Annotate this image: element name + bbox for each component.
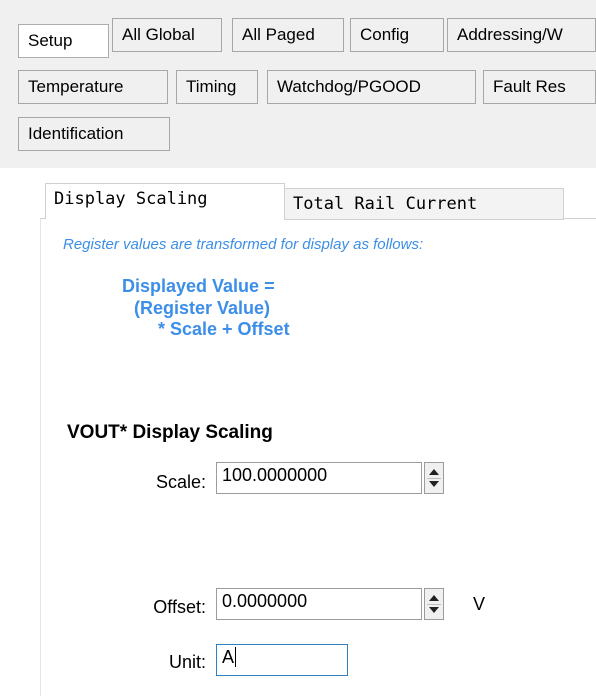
scale-input[interactable]: 100.0000000: [216, 462, 422, 494]
formula-line-3: * Scale + Offset: [158, 319, 290, 339]
tab-fault-response[interactable]: Fault Res: [483, 70, 596, 104]
spinner-divider: [427, 478, 441, 479]
tab-timing[interactable]: Timing: [176, 70, 258, 104]
spin-down-icon[interactable]: [429, 481, 439, 487]
subtab-display-scaling[interactable]: Display Scaling: [45, 183, 285, 219]
unit-input[interactable]: A: [216, 644, 348, 676]
formula-line-1: Displayed Value =: [122, 276, 275, 296]
tab-all-global[interactable]: All Global: [112, 18, 222, 52]
section-title: VOUT* Display Scaling: [67, 422, 273, 443]
formula-line-2: (Register Value): [134, 298, 271, 318]
info-text: Register values are transformed for disp…: [63, 236, 424, 253]
spinner-divider: [427, 604, 441, 605]
spin-up-icon[interactable]: [429, 595, 439, 601]
tab-addressing[interactable]: Addressing/W: [447, 18, 596, 52]
offset-spinner[interactable]: [424, 588, 444, 620]
tab-watchdog-pgood[interactable]: Watchdog/PGOOD: [267, 70, 476, 104]
tab-config[interactable]: Config: [350, 18, 444, 52]
tab-setup[interactable]: Setup: [18, 24, 109, 58]
tab-identification[interactable]: Identification: [18, 117, 170, 151]
scale-spinner[interactable]: [424, 462, 444, 494]
subtab-total-rail-current[interactable]: Total Rail Current: [284, 188, 564, 220]
unit-label: Unit:: [168, 652, 206, 672]
unit-input-text: A: [222, 647, 235, 667]
spin-up-icon[interactable]: [429, 469, 439, 475]
offset-unit-label: V: [473, 594, 486, 614]
scale-label: Scale:: [155, 472, 206, 492]
offset-label: Offset:: [153, 597, 206, 617]
tab-all-paged[interactable]: All Paged: [232, 18, 344, 52]
offset-input[interactable]: 0.0000000: [216, 588, 422, 620]
tab-temperature[interactable]: Temperature: [18, 70, 168, 104]
spin-down-icon[interactable]: [429, 607, 439, 613]
text-cursor: [235, 647, 237, 667]
